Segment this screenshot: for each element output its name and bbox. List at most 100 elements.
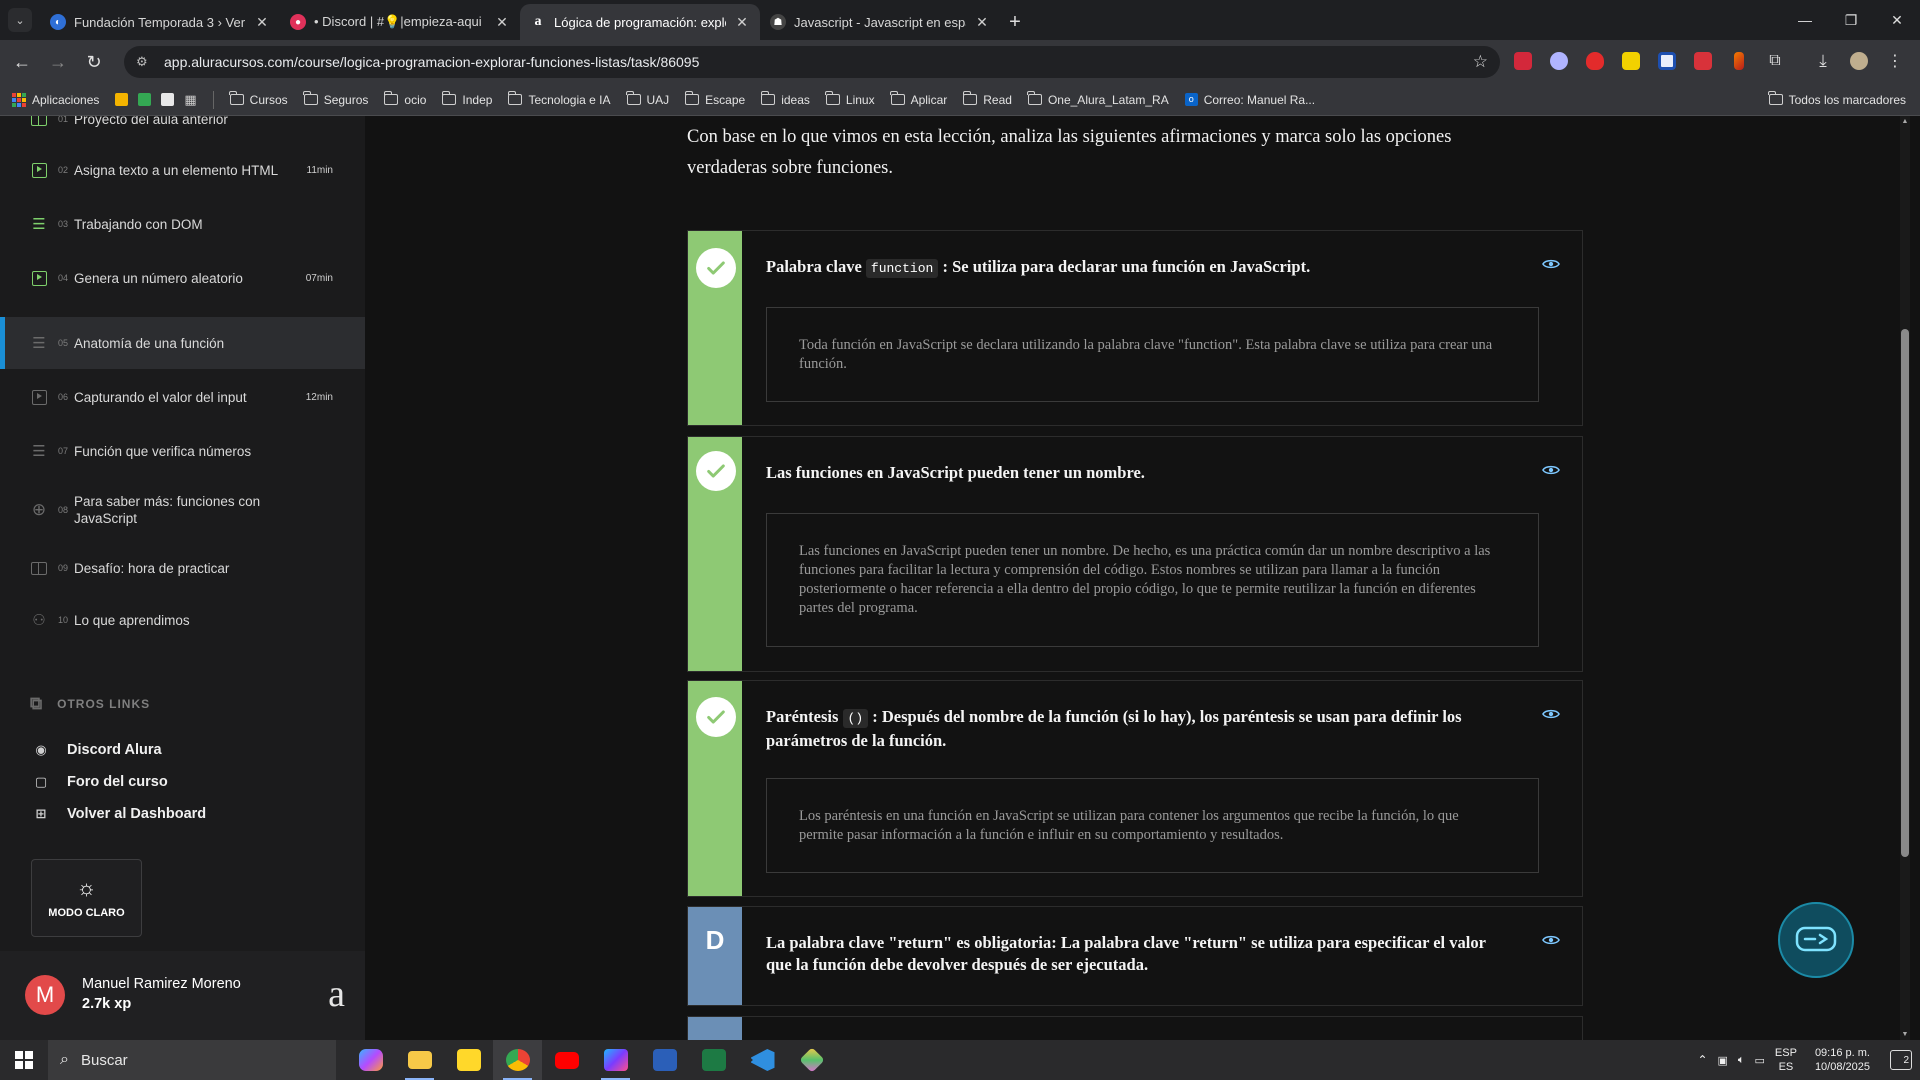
light-mode-button[interactable]: ☼ MODO CLARO [31,859,142,937]
restore-icon[interactable]: ❐ [1828,0,1874,40]
copilot-icon[interactable] [346,1040,395,1080]
excel-icon[interactable] [689,1040,738,1080]
network-icon[interactable]: ▭ [1755,1054,1765,1067]
lesson-item[interactable]: ☰ 03 Trabajando con DOM [0,198,365,250]
meet-icon[interactable]: ▣ [1718,1054,1728,1067]
eye-icon[interactable] [1542,258,1560,270]
chrome-icon[interactable] [493,1040,542,1080]
bookmark-folder[interactable]: ocio [383,91,426,107]
scroll-up-icon[interactable]: ▲ [1901,118,1909,125]
vscode-icon[interactable] [738,1040,787,1080]
language-indicator[interactable]: ESP ES [1775,1046,1797,1074]
bookmark-folder[interactable]: UAJ [626,91,669,107]
extension-icon[interactable] [1582,48,1608,74]
bookmark-outlook[interactable]: o Correo: Manuel Ra... [1184,92,1316,107]
new-tab-button[interactable]: + [1000,4,1030,40]
extension-icon[interactable] [1510,48,1536,74]
back-arrow-icon[interactable]: ← [4,44,40,80]
answer-card[interactable]: Las funciones en JavaScript pueden tener… [687,436,1583,672]
git-icon[interactable] [787,1040,836,1080]
extensions-puzzle-icon[interactable]: ⧉ [1762,48,1788,74]
taskbar-search[interactable]: ⌕ Buscar [48,1040,336,1080]
address-bar[interactable]: ⚙ app.aluracursos.com/course/logica-prog… [124,46,1500,78]
bookmark-folder[interactable]: Escape [684,91,745,107]
bookmark-folder[interactable]: Read [962,91,1012,107]
bookmark-shortcuts[interactable]: ▦ [115,91,197,108]
lesson-item[interactable]: ☰ 07 Función que verifica números [0,425,365,477]
tab-close-icon[interactable]: ✕ [734,14,750,31]
minimize-icon[interactable]: — [1782,0,1828,40]
bookmark-favicon-icon [161,93,175,106]
lesson-item[interactable]: 09 Desafío: hora de practicar [0,542,365,594]
extension-icon[interactable] [1546,48,1572,74]
link-discord[interactable]: ◉ Discord Alura [33,742,161,758]
sticky-notes-icon[interactable] [444,1040,493,1080]
volume-icon[interactable]: 🔈︎ [1738,1054,1745,1067]
tab-fundacion[interactable]: ◐ Fundación Temporada 3 › Ver e ✕ [40,4,280,40]
lesson-item-active[interactable]: ☰ 05 Anatomía de una función [0,317,365,369]
tab-javascript[interactable]: ☗ Javascript - Javascript en españ ✕ [760,4,1000,40]
word-icon[interactable] [640,1040,689,1080]
extension-icon[interactable] [1690,48,1716,74]
youtube-icon[interactable] [542,1040,591,1080]
lesson-item[interactable]: ⊕ 08 Para saber más: funciones con JavaS… [0,482,365,538]
alura-logo[interactable]: a [328,975,345,1013]
bookmark-folder[interactable]: One_Alura_Latam_RA [1027,91,1169,107]
extension-icon[interactable] [1654,48,1680,74]
bookmark-folder[interactable]: Aplicar [890,91,947,107]
tab-logica-programacion[interactable]: a Lógica de programación: explo ✕ [520,4,760,40]
lesson-item[interactable]: 06 Capturando el valor del input 12min [0,371,365,423]
avatar[interactable]: M [25,975,65,1015]
forward-arrow-icon[interactable]: → [40,44,76,80]
bookmark-folder[interactable]: Linux [825,91,875,107]
bookmark-folder[interactable]: Indep [441,91,492,107]
file-explorer-icon[interactable] [395,1040,444,1080]
tray-chevron-icon[interactable]: ⌃ [1697,1053,1707,1067]
extension-icon[interactable] [1618,48,1644,74]
tab-close-icon[interactable]: ✕ [494,14,510,31]
tab-discord[interactable]: ● • Discord | #💡|empieza-aqui | ✕ [280,4,520,40]
bookmark-folder[interactable]: Tecnologia e IA [507,91,611,107]
eye-icon[interactable] [1542,464,1560,476]
page-scrollbar[interactable]: ▲ ▼ [1900,116,1910,1040]
answer-card[interactable] [687,1016,1583,1040]
profile-avatar[interactable] [1846,48,1872,74]
answer-card[interactable]: Paréntesis () : Después del nombre de la… [687,680,1583,897]
eye-icon[interactable] [1542,708,1560,720]
browser-menu-icon[interactable]: ⋮ [1882,48,1908,74]
tab-close-icon[interactable]: ✕ [254,14,270,31]
link-dashboard[interactable]: ⊞ Volver al Dashboard [33,806,207,822]
answer-card[interactable]: D La palabra clave "return" es obligator… [687,906,1583,1006]
tab-favicon-icon: ● [290,14,306,30]
link-forum[interactable]: ▢ Foro del curso [33,774,168,790]
bookmark-apps[interactable]: Aplicaciones [12,92,99,107]
scroll-thumb[interactable] [1901,329,1909,857]
bookmark-label: Correo: Manuel Ra... [1203,92,1316,107]
extension-icon[interactable] [1726,48,1752,74]
bookmark-star-icon[interactable]: ☆ [1473,52,1488,72]
lesson-item[interactable]: 01 Proyecto del aula anterior [0,116,365,134]
m365-icon[interactable] [591,1040,640,1080]
tab-close-icon[interactable]: ✕ [974,14,990,31]
bookmark-folder[interactable]: Seguros [303,91,368,107]
close-window-icon[interactable]: ✕ [1874,0,1920,40]
answer-card[interactable]: Palabra clave function : Se utiliza para… [687,230,1583,426]
windows-start-icon[interactable] [0,1040,48,1080]
bookmark-folder[interactable]: ideas [760,91,810,107]
video-icon [30,162,48,178]
all-bookmarks[interactable]: Todos los marcadores [1768,91,1906,107]
site-info-icon[interactable]: ⚙ [136,54,154,70]
notifications-icon[interactable]: 2 [1890,1050,1912,1070]
tab-search-button[interactable]: ⌄ [8,8,32,32]
download-icon[interactable]: ⤓ [1810,48,1836,74]
lesson-item[interactable]: ⚇ 10 Lo que aprendimos [0,594,365,646]
reload-icon[interactable]: ↻ [76,44,112,80]
eye-icon[interactable] [1542,934,1560,946]
clock[interactable]: 09:16 p. m. 10/08/2025 [1815,1046,1870,1074]
chatbot-button[interactable] [1778,902,1854,978]
lesson-item[interactable]: 04 Genera un número aleatorio 07min [0,252,365,304]
scroll-down-icon[interactable]: ▼ [1901,1031,1909,1038]
bookmark-folder[interactable]: Cursos [229,91,288,107]
lesson-item[interactable]: 02 Asigna texto a un elemento HTML 11min [0,144,365,196]
grid-icon: ▦ [184,91,197,107]
